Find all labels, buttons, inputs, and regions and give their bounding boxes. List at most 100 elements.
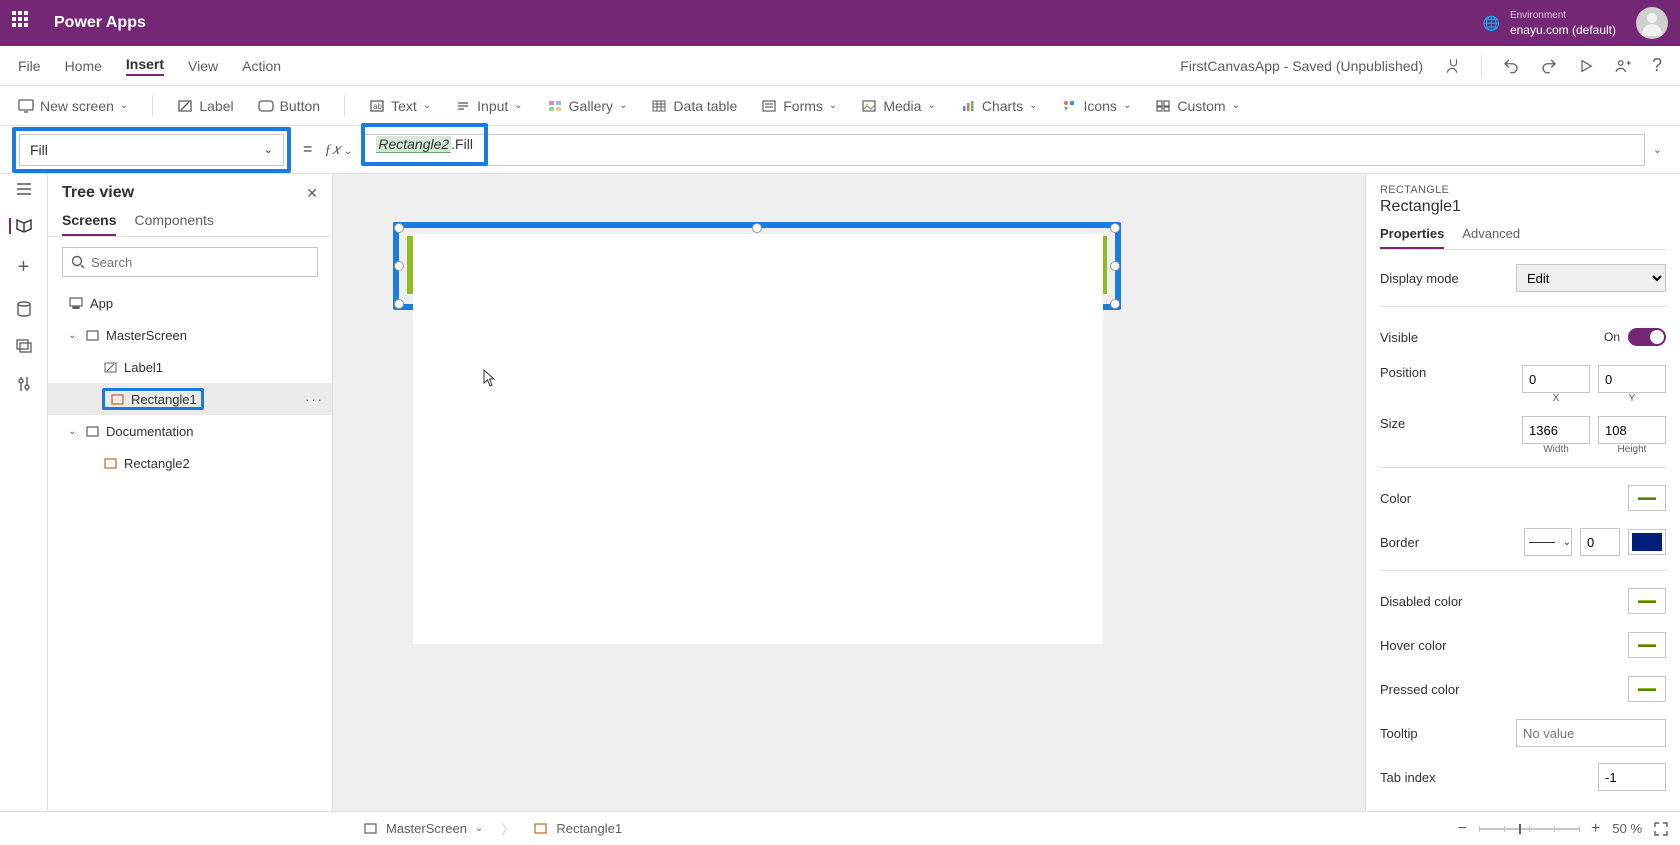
rail-data-icon[interactable]	[17, 301, 31, 317]
resize-handle[interactable]	[1110, 261, 1120, 271]
chevron-down-icon[interactable]: ⌄	[68, 330, 78, 341]
close-icon[interactable]: ✕	[306, 185, 318, 202]
prop-border-width-input[interactable]	[1580, 528, 1620, 556]
resize-handle[interactable]	[752, 223, 762, 233]
rail-tree-view-icon[interactable]	[9, 218, 33, 234]
prop-border-style[interactable]: ⌄	[1524, 528, 1572, 556]
ribbon-data-table[interactable]: Data table	[651, 98, 737, 114]
property-dropdown[interactable]: Fill ⌄	[19, 134, 284, 166]
breadcrumb-screen[interactable]: MasterScreen ⌄	[362, 821, 483, 837]
more-icon[interactable]: ···	[305, 392, 324, 407]
prop-width-input[interactable]	[1522, 416, 1590, 444]
tree-search-input[interactable]	[62, 247, 318, 277]
prop-pressed-color-label: Pressed color	[1380, 682, 1628, 697]
prop-display-mode-select[interactable]: Edit	[1516, 264, 1666, 292]
prop-tooltip-input[interactable]	[1516, 719, 1666, 747]
artboard[interactable]	[413, 234, 1103, 644]
resize-handle[interactable]	[1110, 299, 1120, 309]
tree-node-label: Rectangle2	[124, 456, 190, 471]
menu-bar: File Home Insert View Action FirstCanvas…	[0, 46, 1680, 86]
waffle-icon[interactable]	[12, 11, 36, 35]
menu-action[interactable]: Action	[242, 58, 281, 74]
prop-hover-color-swatch[interactable]	[1628, 632, 1666, 658]
x-caption: X	[1553, 393, 1560, 404]
tree-node-app[interactable]: App	[48, 287, 332, 319]
rail-hamburger-icon[interactable]	[16, 182, 32, 196]
undo-icon[interactable]	[1502, 57, 1520, 75]
rail-insert-icon[interactable]: +	[18, 256, 30, 279]
prop-color-swatch[interactable]	[1628, 485, 1666, 511]
app-checker-icon[interactable]	[1443, 57, 1461, 75]
formula-input[interactable]: Rectangle2.Fill	[364, 134, 1644, 166]
prop-display-mode-label: Display mode	[1380, 271, 1516, 286]
prop-disabled-color-label: Disabled color	[1380, 594, 1628, 609]
formula-expand-icon[interactable]: ⌄	[1653, 143, 1668, 156]
prop-tab-index-input[interactable]	[1598, 763, 1666, 791]
prop-tab-advanced[interactable]: Advanced	[1462, 226, 1520, 249]
zoom-out-button[interactable]: −	[1458, 820, 1467, 838]
ribbon-text[interactable]: ab Text⌄	[369, 98, 431, 114]
prop-height-input[interactable]	[1598, 416, 1666, 444]
zoom-slider[interactable]	[1479, 828, 1579, 830]
resize-handle[interactable]	[1110, 223, 1120, 233]
tree-node-documentation[interactable]: ⌄ Documentation	[48, 415, 332, 447]
tree-node-rectangle2[interactable]: Rectangle2	[48, 447, 332, 479]
ribbon-forms[interactable]: Forms⌄	[761, 98, 837, 114]
tree-node-rectangle1[interactable]: Rectangle1 ···	[48, 383, 332, 415]
resize-handle[interactable]	[394, 223, 404, 233]
ribbon-new-screen[interactable]: New screen⌄	[18, 98, 128, 114]
prop-visible-toggle[interactable]	[1628, 328, 1666, 346]
ribbon-button[interactable]: Button	[258, 98, 320, 114]
app-icon	[68, 295, 84, 311]
play-icon[interactable]	[1578, 58, 1594, 74]
tree-node-masterscreen[interactable]: ⌄ MasterScreen	[48, 319, 332, 351]
redo-icon[interactable]	[1540, 57, 1558, 75]
tree-node-label: App	[90, 296, 113, 311]
menu-view[interactable]: View	[188, 58, 218, 74]
design-canvas[interactable]: Title of the Screen	[333, 174, 1365, 811]
tree-node-label1[interactable]: Label1	[48, 351, 332, 383]
user-avatar[interactable]	[1636, 7, 1668, 39]
help-icon[interactable]: ?	[1652, 55, 1662, 76]
rail-advanced-tools-icon[interactable]	[17, 376, 31, 392]
menu-home[interactable]: Home	[65, 58, 102, 74]
fit-to-window-icon[interactable]	[1654, 822, 1668, 836]
zoom-in-button[interactable]: +	[1591, 820, 1600, 838]
ribbon-input[interactable]: Input⌄	[455, 98, 523, 114]
resize-handle[interactable]	[394, 261, 404, 271]
menu-file[interactable]: File	[18, 58, 41, 74]
share-icon[interactable]	[1614, 57, 1632, 75]
app-header: Power Apps 🌐 Environment enayu.com (defa…	[0, 0, 1680, 46]
text-icon: ab	[369, 98, 385, 114]
forms-icon	[761, 98, 777, 114]
prop-disabled-color-swatch[interactable]	[1628, 588, 1666, 614]
environment-picker[interactable]: 🌐 Environment enayu.com (default)	[1483, 9, 1637, 37]
ribbon-label[interactable]: Label	[177, 98, 233, 114]
chevron-down-icon[interactable]: ⌄	[68, 426, 78, 437]
insert-ribbon: New screen⌄ Label Button ab Text⌄ Input⌄…	[0, 86, 1680, 126]
main-area: + Tree view ✕ Screens Components	[0, 174, 1680, 811]
prop-border-color-swatch[interactable]	[1628, 529, 1666, 555]
resize-handle[interactable]	[394, 299, 404, 309]
rail-media-icon[interactable]	[16, 339, 32, 354]
fx-icon[interactable]: ƒ𝑥 ⌄	[324, 141, 352, 159]
ribbon-icons[interactable]: Icons⌄	[1061, 98, 1131, 114]
prop-position-y-input[interactable]	[1598, 365, 1666, 393]
ribbon-gallery[interactable]: Gallery⌄	[547, 98, 628, 114]
prop-pressed-color-swatch[interactable]	[1628, 676, 1666, 702]
prop-position-x-input[interactable]	[1522, 365, 1590, 393]
media-icon	[861, 98, 877, 114]
app-title: Power Apps	[54, 14, 146, 32]
ribbon-charts[interactable]: Charts⌄	[960, 98, 1038, 114]
breadcrumb-element[interactable]: Rectangle1	[532, 821, 622, 837]
prop-tab-properties[interactable]: Properties	[1380, 226, 1444, 249]
property-panel: RECTANGLE Rectangle1 Properties Advanced…	[1365, 174, 1680, 811]
property-element-name: Rectangle1	[1380, 198, 1666, 216]
ribbon-media[interactable]: Media⌄	[861, 98, 936, 114]
tree-tab-screens[interactable]: Screens	[62, 212, 116, 236]
tree-view-panel: Tree view ✕ Screens Components App ⌄ Mas…	[48, 174, 333, 811]
icons-icon	[1061, 98, 1077, 114]
menu-insert[interactable]: Insert	[126, 56, 164, 76]
tree-tab-components[interactable]: Components	[134, 212, 213, 236]
ribbon-custom[interactable]: Custom⌄	[1155, 98, 1240, 114]
